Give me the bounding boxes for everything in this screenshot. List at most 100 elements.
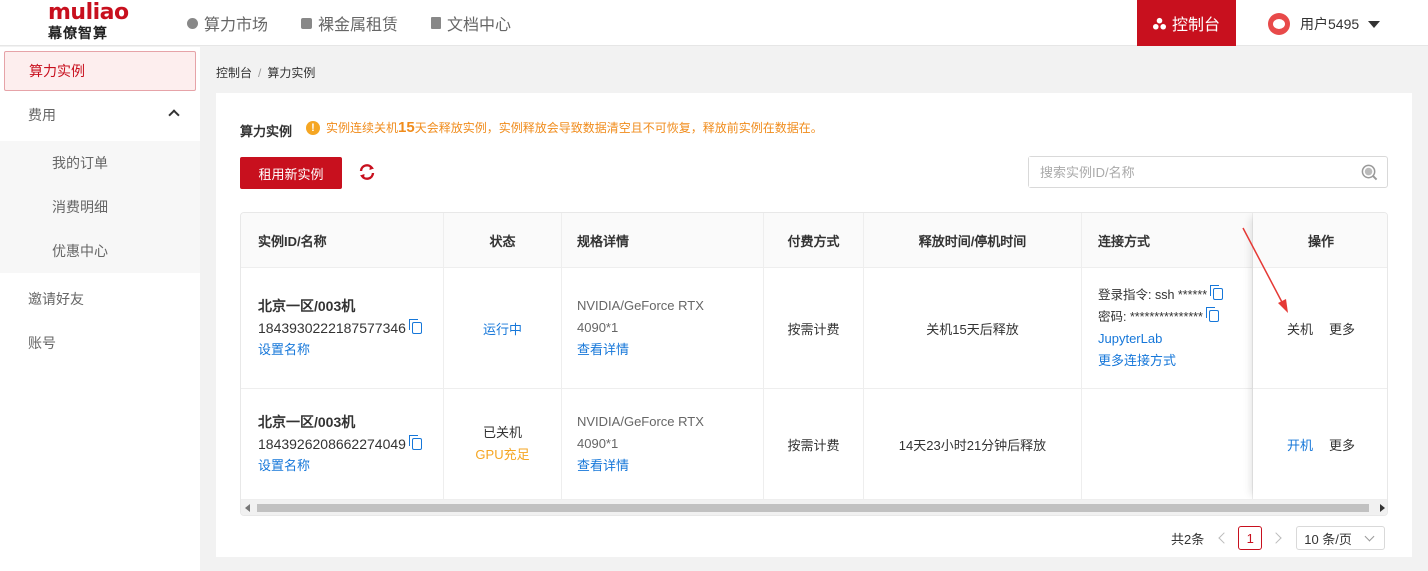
more-actions-button[interactable]: 更多 (1329, 435, 1355, 454)
set-name-link[interactable]: 设置名称 (258, 339, 443, 361)
avatar (1268, 13, 1290, 35)
sidebar-item-my-orders[interactable]: 我的订单 (0, 141, 200, 185)
ssh-command: 登录指令: ssh ****** (1098, 288, 1208, 302)
copy-icon[interactable] (408, 319, 422, 334)
column-header: 操作 (1253, 213, 1387, 268)
page-number-button[interactable]: 1 (1238, 526, 1263, 550)
gpu-availability: GPU充足 (475, 447, 530, 462)
nav-compute-market[interactable]: 算力市场 (187, 12, 268, 34)
server-icon (301, 17, 312, 29)
search-input[interactable] (1029, 157, 1349, 187)
pagination: 共2条 1 10 条/页 (1171, 526, 1386, 550)
nav-docs[interactable]: 文档中心 (431, 12, 511, 34)
console-button[interactable]: 控制台 (1137, 0, 1236, 46)
more-connections-link[interactable]: 更多连接方式 (1098, 350, 1252, 372)
instances-panel: 算力实例 ! 实例连续关机 15 天会释放实例，实例释放会导致数据清空且不可恢复，释… (216, 93, 1412, 557)
set-name-link[interactable]: 设置名称 (258, 455, 443, 477)
instances-table: 实例ID/名称 状态 规格详情 付费方式 释放时间/停机时间 连接方式 北京一区… (240, 212, 1388, 516)
column-header: 规格详情 (562, 213, 764, 267)
copy-icon[interactable] (1210, 285, 1224, 300)
search-box (1028, 156, 1388, 188)
search-icon[interactable] (1361, 164, 1378, 181)
muliao-logo[interactable]: muliao 幕僚智算 (48, 2, 132, 44)
breadcrumb-current: 算力实例 (267, 66, 316, 80)
scroll-right-arrow-icon[interactable] (1380, 504, 1385, 512)
nav-label: 文档中心 (447, 17, 512, 34)
console-label: 控制台 (1171, 17, 1220, 34)
copy-icon[interactable] (408, 435, 422, 450)
next-page-icon[interactable] (1270, 532, 1282, 544)
rent-new-instance-button[interactable]: 租用新实例 (240, 157, 342, 189)
sidebar-item-label: 邀请好友 (28, 291, 84, 307)
sidebar-item-account[interactable]: 账号 (0, 321, 200, 365)
console-icon (1152, 17, 1166, 30)
sidebar-item-label: 优惠中心 (52, 243, 108, 259)
document-icon (431, 17, 441, 29)
prev-page-icon[interactable] (1218, 532, 1230, 544)
column-header: 释放时间/停机时间 (864, 213, 1082, 267)
ssh-password: 密码: *************** (1098, 310, 1203, 324)
instance-id: 1843926208662274049 (258, 436, 406, 452)
operations-column: 操作 关机 更多 开机 更多 (1253, 213, 1387, 499)
nav-label: 裸金属租赁 (318, 17, 399, 34)
more-actions-button[interactable]: 更多 (1329, 319, 1355, 338)
status-cell: 运行中 (444, 268, 562, 388)
sidebar-item-compute-instances[interactable]: 算力实例 (4, 51, 196, 91)
breadcrumb-separator: / (258, 66, 262, 80)
start-button[interactable]: 开机 (1287, 435, 1313, 454)
row-actions: 开机 更多 (1253, 389, 1387, 499)
sidebar-item-consumption[interactable]: 消费明细 (0, 185, 200, 229)
shutdown-button[interactable]: 关机 (1287, 319, 1313, 338)
spec-cell: NVIDIA/GeForce RTX 4090*1 查看详情 (562, 389, 764, 499)
spec-count: 4090*1 (577, 436, 619, 451)
instance-name: 北京一区/003机 (258, 298, 356, 314)
page-size-value: 10 条/页 (1304, 531, 1352, 547)
warning-icon: ! (306, 120, 320, 135)
warning-text-pre: 实例连续关机 (326, 121, 399, 135)
instance-cell: 北京一区/003机 1843926208662274049 设置名称 (241, 389, 444, 499)
column-header: 状态 (444, 213, 562, 267)
status-cell: 已关机 GPU充足 (444, 389, 562, 499)
refresh-icon[interactable] (358, 163, 376, 181)
table-header-row: 实例ID/名称 状态 规格详情 付费方式 释放时间/停机时间 连接方式 (241, 213, 1387, 268)
username: 用户5495 (1300, 16, 1360, 32)
scrollbar-thumb[interactable] (257, 504, 1369, 512)
sidebar-item-label: 我的订单 (52, 155, 108, 171)
sidebar: 算力实例 费用 我的订单 消费明细 优惠中心 邀请好友 账号 (0, 47, 200, 571)
sidebar-item-invite[interactable]: 邀请好友 (0, 277, 200, 321)
total-count: 共2条 (1171, 531, 1205, 547)
nav-bare-metal[interactable]: 裸金属租赁 (301, 12, 398, 34)
sidebar-item-label: 消费明细 (52, 199, 108, 215)
instance-name: 北京一区/003机 (258, 414, 356, 430)
jupyterlab-link[interactable]: JupyterLab (1098, 328, 1252, 350)
scroll-left-arrow-icon[interactable] (245, 504, 250, 512)
copy-icon[interactable] (1205, 307, 1219, 322)
sidebar-item-billing[interactable]: 费用 (0, 93, 200, 137)
logo-text: muliao (48, 0, 129, 25)
release-warning: ! 实例连续关机 15 天会释放实例，实例释放会导致数据清空且不可恢复，释放前实例在… (306, 119, 823, 136)
sidebar-item-coupons[interactable]: 优惠中心 (0, 229, 200, 273)
user-menu[interactable]: 用户5495 (1268, 12, 1381, 36)
market-icon (187, 17, 198, 29)
billing-type: 按需计费 (764, 268, 864, 388)
view-details-link[interactable]: 查看详情 (577, 339, 763, 361)
caret-down-icon (1368, 20, 1381, 28)
spec-gpu: NVIDIA/GeForce RTX (577, 298, 704, 313)
column-header: 付费方式 (764, 213, 864, 267)
breadcrumb-console[interactable]: 控制台 (216, 66, 252, 80)
horizontal-scrollbar[interactable] (241, 499, 1387, 515)
page-size-select[interactable]: 10 条/页 (1296, 526, 1386, 550)
instance-id: 1843930222187577346 (258, 320, 406, 336)
spec-cell: NVIDIA/GeForce RTX 4090*1 查看详情 (562, 268, 764, 388)
chevron-up-icon (168, 109, 180, 121)
sidebar-item-label: 账号 (28, 335, 56, 351)
connection-cell: 登录指令: ssh ****** 密码: *************** Jup… (1082, 268, 1253, 388)
chevron-down-icon (1364, 531, 1375, 541)
connection-cell (1082, 389, 1253, 499)
table-row: 北京一区/003机 1843926208662274049 设置名称 已关机 G… (241, 389, 1387, 499)
column-header: 实例ID/名称 (241, 213, 444, 267)
sidebar-item-label: 算力实例 (29, 63, 85, 79)
instance-cell: 北京一区/003机 1843930222187577346 设置名称 (241, 268, 444, 388)
view-details-link[interactable]: 查看详情 (577, 455, 763, 477)
page-title: 算力实例 (240, 124, 293, 139)
